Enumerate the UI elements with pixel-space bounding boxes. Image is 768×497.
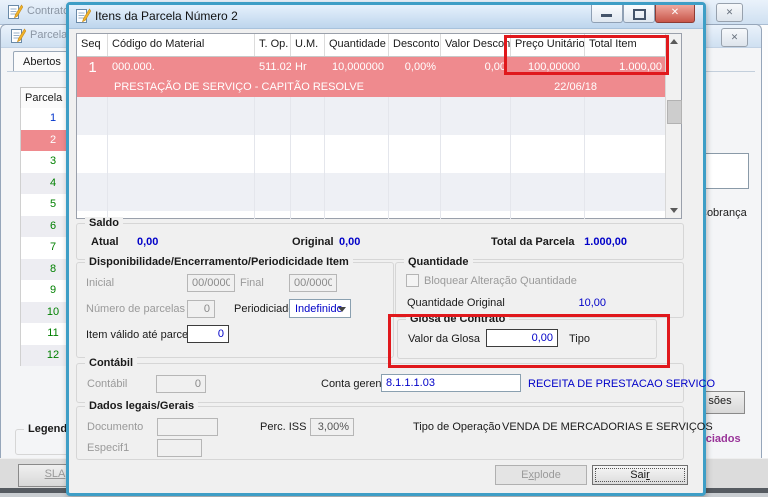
conta-gerencial-descricao: RECEITA DE PRESTACAO SERVICO [528,378,716,390]
bloquear-label: Bloquear Alteração Quantidade [424,275,577,287]
atual-label: Atual [91,236,119,248]
close-icon: ✕ [725,7,734,17]
column-header-valor-desconto[interactable]: Valor Desconto [441,34,511,56]
num-parcelas-label: Número de parcelas [86,303,186,315]
tipo-operacao-value: VENDA DE MERCADORIAS E SERVIÇOS [502,421,713,433]
minimize-button[interactable] [591,5,623,23]
cell-top: 511.02 [259,61,291,73]
perc-iss-label: Perc. ISS [260,421,307,433]
arrow-up-icon [669,39,678,44]
cell-quantidade: 10,000000 [332,61,384,73]
cobranca-button[interactable]: Cobrança [699,207,747,219]
tab-abertos[interactable]: Abertos [13,51,71,72]
notepad-pencil-icon [75,8,92,27]
close-button[interactable]: ✕ [655,5,695,23]
cell-valor-desconto: 0,00 [484,61,506,73]
atual-value: 0,00 [137,236,159,248]
documento-label: Documento [87,421,144,433]
num-parcelas-input[interactable] [187,300,215,318]
saldo-group: Saldo Atual 0,00 Original 0,00 Total da … [76,217,684,260]
annotation-red-box-glosa [388,314,670,368]
annotation-red-box-prices [504,35,669,75]
quantidade-legend: Quantidade [404,256,473,268]
dialog-client-area: Seq Código do Material T. Op. U.M. Quant… [69,28,715,487]
contratos-close-button[interactable]: ✕ [716,3,743,22]
scroll-down-button[interactable] [666,202,681,218]
item-valido-label: Item válido até parcela [86,329,197,341]
cell-codigo: 000.000. [112,61,155,73]
cell-desconto: 0,00% [404,61,436,73]
especif1-label: Especif1 [87,442,130,454]
previsoes-label: sões [708,395,732,407]
right-panel-field[interactable] [699,153,749,189]
bloquear-checkbox[interactable] [406,274,419,287]
column-header-top[interactable]: T. Op. [255,34,291,56]
minimize-icon [601,14,612,17]
tipo-operacao-label: Tipo de Operação [413,421,501,433]
dialog-titlebar[interactable]: Itens da Parcela Número 2 ✕ [69,5,703,29]
contabil-group: Contábil Contábil Conta gerencial RECEIT… [76,357,715,403]
grid-empty-row [77,211,681,219]
perc-iss-input[interactable] [310,418,354,436]
contabil-label: Contábil [87,378,128,390]
notepad-pencil-icon [7,4,24,23]
notepad-pencil-icon [10,28,27,47]
total-parcela-value: 1.000,00 [584,236,627,248]
cell-descricao: PRESTAÇÃO DE SERVIÇO - CAPITÃO RESOLVE [114,81,365,93]
inicial-input[interactable] [187,274,235,292]
arrow-down-icon [669,208,678,213]
cell-um: Hr [295,61,307,73]
chevron-down-icon [338,307,346,312]
final-input[interactable] [289,274,337,292]
saldo-legend: Saldo [85,217,123,229]
periodicidade-label: Periodiciade [234,303,295,315]
parcelas-close-button[interactable]: ✕ [721,28,748,47]
sla-label: SLA [44,468,66,480]
documento-input[interactable] [157,418,218,436]
especif1-input[interactable] [157,439,202,457]
sair-button[interactable]: Sair [592,465,688,485]
dados-legais-group: Dados legais/Gerais Documento Perc. ISS … [76,400,713,460]
grid-empty-row [77,135,681,173]
contabil-legend: Contábil [85,357,137,369]
close-icon: ✕ [670,7,680,18]
cell-seq: 1 [88,59,97,76]
column-header-quantidade[interactable]: Quantidade [325,34,389,56]
grid-empty-row [77,173,681,211]
itens-parcela-dialog: Itens da Parcela Número 2 ✕ Seq Código d… [66,2,715,496]
item-valido-input[interactable] [187,325,229,343]
cell-data: 22/06/18 [554,81,597,93]
quantidade-original-value: 10,00 [578,297,606,309]
contabil-input[interactable] [156,375,206,393]
screen: Contratos ✕ Parcelas do ✕ Abertos Parcel… [0,0,768,497]
maximize-icon [633,9,646,20]
explode-button[interactable]: Explode [495,465,587,485]
dados-legais-legend: Dados legais/Gerais [85,400,199,412]
column-header-desconto[interactable]: Desconto [389,34,441,56]
inicial-label: Inicial [86,277,115,289]
maximize-button[interactable] [623,5,655,23]
parcela-header-label: Parcela [25,92,63,104]
conta-gerencial-input[interactable] [381,374,521,392]
grid-empty-row [77,97,681,135]
column-header-um[interactable]: U.M. [291,34,325,56]
disponibilidade-legend: Disponibilidade/Encerramento/Periodicida… [85,256,353,268]
dialog-title: Itens da Parcela Número 2 [95,9,238,23]
item-description-row[interactable]: PRESTAÇÃO DE SERVIÇO - CAPITÃO RESOLVE 2… [77,77,681,97]
column-header-seq[interactable]: Seq [77,34,108,56]
tab-abertos-label: Abertos [23,56,61,68]
periodicidade-select[interactable]: Indefinido [289,299,351,318]
quantidade-original-label: Quantidade Original [407,297,505,309]
quantidade-group: Quantidade Bloquear Alteração Quantidade… [395,256,684,318]
original-label: Original [292,236,334,248]
disponibilidade-group: Disponibilidade/Encerramento/Periodicida… [76,256,394,358]
original-value: 0,00 [339,236,361,248]
scroll-thumb[interactable] [667,100,682,124]
periodicidade-value: Indefinido [295,303,343,315]
column-header-codigo[interactable]: Código do Material [108,34,255,56]
final-label: Final [240,277,264,289]
close-icon: ✕ [730,32,739,42]
